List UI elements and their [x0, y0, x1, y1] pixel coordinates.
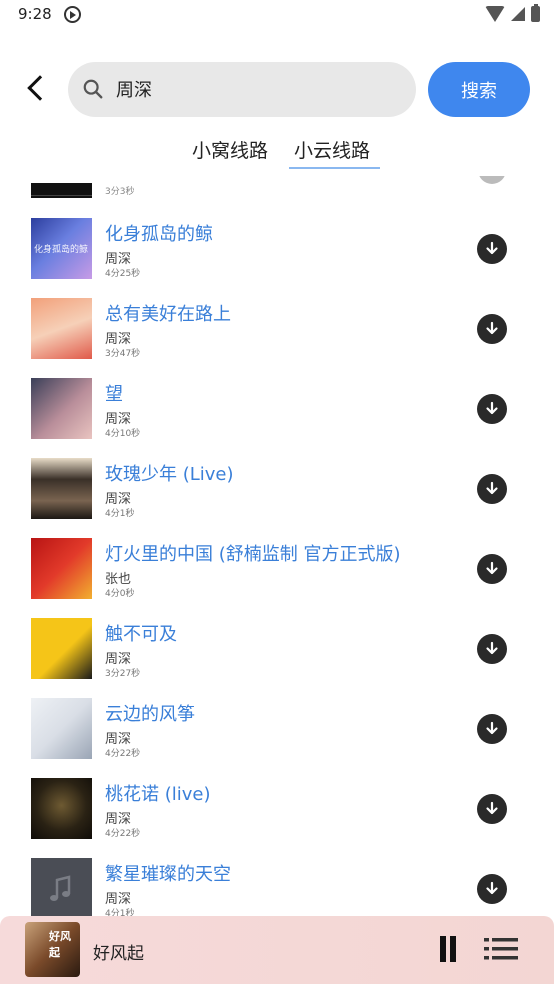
list-item[interactable]: 总有美好在路上 周深 3分47秒	[0, 298, 554, 378]
now-playing-cover[interactable]: 好风起	[25, 922, 80, 977]
cover-text: 好风起	[49, 930, 71, 959]
tab-xiaoyun-route[interactable]: 小云线路	[294, 136, 370, 163]
list-item[interactable]: 望 周深 4分10秒	[0, 378, 554, 458]
download-icon	[486, 801, 498, 815]
status-bar: 9:28	[0, 0, 554, 30]
song-duration: 3分3秒	[105, 187, 135, 197]
download-icon	[486, 561, 498, 575]
song-title: 云边的风筝	[105, 704, 195, 725]
music-note-icon	[50, 875, 71, 901]
route-tabs: 小窝线路 小云线路	[0, 132, 554, 172]
song-title: 触不可及	[105, 624, 177, 645]
list-item[interactable]: 化身孤岛的鲸 化身孤岛的鲸 周深 4分25秒	[0, 218, 554, 298]
media-playing-icon	[64, 6, 81, 23]
album-cover	[31, 538, 92, 599]
now-playing-title[interactable]: 好风起	[93, 939, 144, 964]
song-title: 玫瑰少年 (Live)	[105, 464, 234, 485]
download-button[interactable]	[477, 794, 507, 824]
album-cover: 化身孤岛的鲸	[31, 218, 92, 279]
song-artist: 周深	[105, 412, 132, 427]
song-title: 总有美好在路上	[105, 304, 231, 325]
download-button[interactable]	[477, 634, 507, 664]
download-button[interactable]	[477, 394, 507, 424]
download-icon	[486, 641, 498, 655]
download-button[interactable]	[477, 474, 507, 504]
song-duration: 4分10秒	[105, 429, 141, 439]
song-duration: 4分1秒	[105, 509, 135, 519]
download-button[interactable]	[477, 554, 507, 584]
song-list[interactable]: 3分3秒 化身孤岛的鲸 化身孤岛的鲸 周深 4分25秒 总有美好在路上 周深 3…	[0, 176, 554, 916]
search-input[interactable]	[116, 70, 396, 108]
album-cover-caption: 化身孤岛的鲸	[34, 245, 89, 255]
song-title: 化身孤岛的鲸	[105, 224, 213, 245]
song-artist: 周深	[105, 732, 132, 747]
list-item[interactable]: 桃花诺 (live) 周深 4分22秒	[0, 778, 554, 858]
battery-icon	[531, 4, 540, 22]
download-button[interactable]	[477, 314, 507, 344]
list-item[interactable]: 玫瑰少年 (Live) 周深 4分1秒	[0, 458, 554, 538]
download-button[interactable]	[477, 874, 507, 904]
song-title: 繁星璀璨的天空	[105, 864, 231, 885]
search-button[interactable]: 搜索	[428, 62, 530, 117]
song-artist: 周深	[105, 652, 132, 667]
playlist-icon[interactable]	[484, 936, 518, 962]
mini-player[interactable]: 好风起 好风起	[0, 916, 554, 984]
search-icon	[83, 79, 103, 99]
song-duration: 3分47秒	[105, 349, 141, 359]
list-item-partial[interactable]: 3分3秒	[0, 176, 554, 200]
album-cover	[31, 618, 92, 679]
search-box[interactable]	[68, 62, 416, 117]
song-title: 望	[105, 384, 123, 405]
pause-button[interactable]	[436, 936, 460, 962]
song-duration: 4分0秒	[105, 589, 135, 599]
song-artist: 周深	[105, 332, 132, 347]
list-item[interactable]: 繁星璀璨的天空 周深 4分1秒	[0, 858, 554, 916]
song-artist: 周深	[105, 892, 132, 907]
download-icon	[486, 321, 498, 335]
song-duration: 4分22秒	[105, 829, 141, 839]
download-button[interactable]	[477, 234, 507, 264]
song-title: 灯火里的中国 (舒楠监制 官方正式版)	[105, 544, 401, 565]
song-duration: 4分1秒	[105, 909, 135, 916]
pause-icon-bar	[450, 936, 456, 962]
album-cover	[31, 378, 92, 439]
song-artist: 周深	[105, 492, 132, 507]
list-item[interactable]: 云边的风筝 周深 4分22秒	[0, 698, 554, 778]
list-item[interactable]: 触不可及 周深 3分27秒	[0, 618, 554, 698]
tab-xiaowo-route[interactable]: 小窝线路	[192, 136, 268, 163]
song-duration: 4分22秒	[105, 749, 141, 759]
album-cover	[31, 698, 92, 759]
list-item[interactable]: 灯火里的中国 (舒楠监制 官方正式版) 张也 4分0秒	[0, 538, 554, 618]
pause-icon	[440, 936, 446, 962]
song-title: 桃花诺 (live)	[105, 784, 211, 805]
download-icon	[486, 481, 498, 495]
download-icon	[486, 881, 498, 895]
status-time: 9:28	[18, 5, 52, 23]
signal-icon	[511, 7, 525, 21]
download-button[interactable]	[478, 176, 506, 184]
album-cover	[31, 458, 92, 519]
song-duration: 4分25秒	[105, 269, 141, 279]
album-cover	[31, 183, 92, 198]
album-cover	[31, 858, 92, 916]
download-icon	[486, 721, 498, 735]
back-button[interactable]	[18, 70, 54, 106]
song-duration: 3分27秒	[105, 669, 141, 679]
chevron-left-icon	[27, 75, 53, 101]
active-tab-indicator	[289, 167, 380, 169]
wifi-icon	[485, 6, 505, 22]
download-icon	[486, 241, 498, 255]
status-icons	[485, 4, 540, 22]
song-artist: 张也	[105, 572, 132, 587]
download-button[interactable]	[477, 714, 507, 744]
song-artist: 周深	[105, 252, 132, 267]
download-icon	[486, 401, 498, 415]
album-cover	[31, 298, 92, 359]
song-artist: 周深	[105, 812, 132, 827]
album-cover	[31, 778, 92, 839]
